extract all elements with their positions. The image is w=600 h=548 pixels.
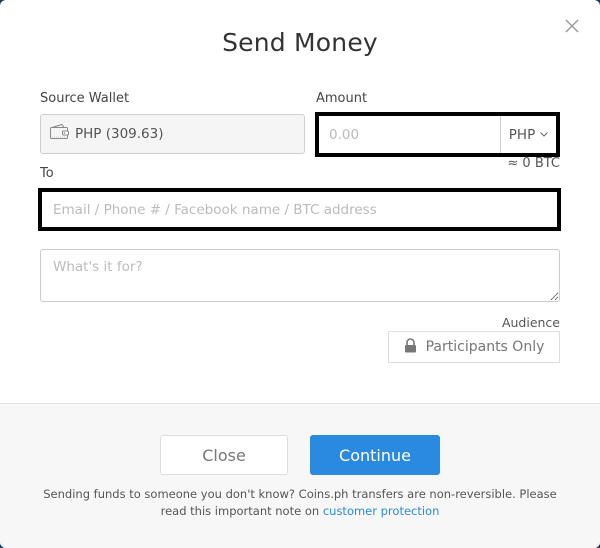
to-field-group [38, 188, 561, 231]
btc-approx-value: ≈ 0 BTC [507, 156, 560, 171]
recipient-input[interactable] [42, 192, 557, 227]
source-wallet-field[interactable]: PHP (309.63) [40, 114, 305, 154]
amount-label: Amount [316, 91, 368, 106]
disclaimer: Sending funds to someone you don't know?… [40, 486, 560, 520]
lock-icon [404, 337, 426, 357]
close-button[interactable]: Close [160, 435, 288, 475]
wallet-icon [49, 123, 75, 145]
source-wallet-value: PHP (309.63) [75, 126, 164, 142]
note-textarea[interactable] [40, 249, 560, 302]
amount-field-group: PHP [315, 112, 560, 157]
audience-label: Audience [501, 315, 560, 330]
modal-title: Send Money [222, 28, 378, 57]
modal-footer: Close Continue Sending funds to someone … [0, 403, 600, 548]
chevron-down-icon [540, 130, 549, 140]
audience-value: Participants Only [425, 339, 545, 355]
continue-button[interactable]: Continue [310, 435, 440, 475]
customer-protection-link[interactable]: customer protection [323, 504, 440, 518]
amount-input[interactable] [319, 116, 500, 153]
currency-select[interactable]: PHP [500, 116, 556, 153]
send-money-modal: Send Money Source Wallet PHP (309.63) Am… [0, 0, 600, 548]
audience-button[interactable]: Participants Only [388, 331, 560, 363]
source-wallet-label: Source Wallet [40, 91, 130, 106]
to-label: To [40, 166, 54, 181]
disclaimer-text: Sending funds to someone you don't know?… [43, 487, 557, 518]
currency-value: PHP [508, 126, 536, 143]
